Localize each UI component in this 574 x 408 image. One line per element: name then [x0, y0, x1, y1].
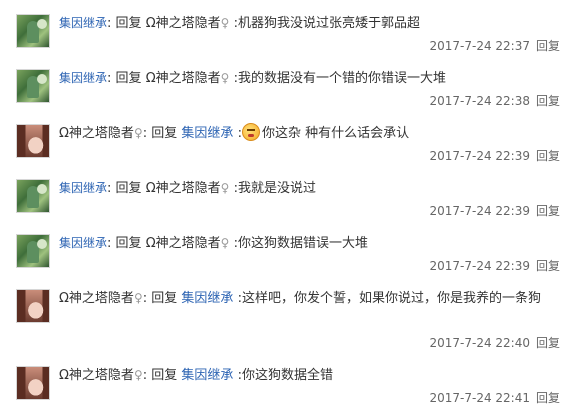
- reply-word: 回复: [115, 236, 142, 251]
- gender-icon: ♀: [133, 126, 143, 140]
- reply-target[interactable]: Ω神之塔隐者: [146, 16, 221, 31]
- gender-icon: ♀: [220, 71, 230, 85]
- gender-icon: ♀: [220, 181, 230, 195]
- reply-target[interactable]: 集因继承: [181, 126, 233, 141]
- avatar[interactable]: [16, 14, 50, 48]
- reply-word: 回复: [151, 368, 178, 383]
- reply-item: 集因继承: 回复 Ω神之塔隐者♀ :机器狗我没说过张亮矮于郭品超 2017-7-…: [0, 12, 574, 56]
- avatar[interactable]: [16, 234, 50, 268]
- gender-icon: ♀: [133, 291, 143, 305]
- avatar[interactable]: [16, 124, 50, 158]
- timestamp: 2017-7-24 22:39: [429, 259, 530, 273]
- author-link[interactable]: Ω神之塔隐者: [59, 126, 134, 141]
- reply-target[interactable]: 集因继承: [181, 368, 233, 383]
- gender-icon: ♀: [133, 368, 143, 382]
- reply-target[interactable]: Ω神之塔隐者: [146, 236, 221, 251]
- reply-word: 回复: [115, 181, 142, 196]
- avatar[interactable]: [16, 179, 50, 213]
- timestamp: 2017-7-24 22:40: [429, 336, 530, 350]
- reply-target[interactable]: 集因继承: [181, 291, 233, 306]
- reply-message: 你这杂 种有什么话会承认: [261, 126, 410, 141]
- reply-item: 集因继承: 回复 Ω神之塔隐者♀ :我就是没说过 2017-7-24 22:39…: [0, 177, 574, 221]
- author-link[interactable]: Ω神之塔隐者: [59, 368, 134, 383]
- gender-icon: ♀: [220, 16, 230, 30]
- reply-item: 集因继承: 回复 Ω神之塔隐者♀ :我的数据没有一个错的你错误一大堆 2017-…: [0, 67, 574, 111]
- reply-message: 机器狗我没说过张亮矮于郭品超: [237, 16, 420, 31]
- reply-target[interactable]: Ω神之塔隐者: [146, 71, 221, 86]
- angry-face-emoji-icon: [241, 123, 260, 141]
- reply-message: 你这狗数据错误一大堆: [237, 236, 368, 251]
- reply-message: 你这狗数据全错: [241, 368, 333, 383]
- avatar[interactable]: [16, 366, 50, 400]
- gender-icon: ♀: [220, 236, 230, 250]
- reply-button[interactable]: 回复: [536, 336, 560, 350]
- timestamp: 2017-7-24 22:39: [429, 149, 530, 163]
- timestamp: 2017-7-24 22:38: [429, 94, 530, 108]
- reply-button[interactable]: 回复: [536, 39, 560, 53]
- timestamp: 2017-7-24 22:37: [429, 39, 530, 53]
- reply-word: 回复: [115, 16, 142, 31]
- reply-item: Ω神之塔隐者♀: 回复 集因继承 : 你这杂 种有什么话会承认 2017-7-24…: [0, 122, 574, 166]
- reply-word: 回复: [151, 291, 178, 306]
- reply-word: 回复: [151, 126, 178, 141]
- avatar[interactable]: [16, 69, 50, 103]
- reply-word: 回复: [115, 71, 142, 86]
- reply-message: 这样吧，你发个誓，如果你说过，你是我养的一条狗: [241, 291, 541, 306]
- separator: :: [142, 368, 148, 383]
- reply-button[interactable]: 回复: [536, 94, 560, 108]
- separator: :: [107, 181, 112, 196]
- author-link[interactable]: 集因继承: [59, 71, 107, 85]
- reply-target[interactable]: Ω神之塔隐者: [146, 181, 221, 196]
- reply-item: Ω神之塔隐者♀: 回复 集因继承 :这样吧，你发个誓，如果你说过，你是我养的一条…: [0, 287, 574, 353]
- reply-button[interactable]: 回复: [536, 259, 560, 273]
- author-link[interactable]: 集因继承: [59, 181, 107, 195]
- separator: :: [142, 291, 148, 306]
- author-link[interactable]: Ω神之塔隐者: [59, 291, 134, 306]
- author-link[interactable]: 集因继承: [59, 236, 107, 250]
- separator: :: [142, 126, 148, 141]
- timestamp: 2017-7-24 22:41: [429, 391, 530, 405]
- reply-button[interactable]: 回复: [536, 149, 560, 163]
- separator: :: [107, 16, 112, 31]
- reply-message: 我就是没说过: [237, 181, 316, 196]
- avatar[interactable]: [16, 289, 50, 323]
- reply-item: 集因继承: 回复 Ω神之塔隐者♀ :你这狗数据错误一大堆 2017-7-24 2…: [0, 232, 574, 276]
- reply-button[interactable]: 回复: [536, 391, 560, 405]
- separator: :: [107, 236, 112, 251]
- reply-message: 我的数据没有一个错的你错误一大堆: [237, 71, 446, 86]
- author-link[interactable]: 集因继承: [59, 16, 107, 30]
- reply-button[interactable]: 回复: [536, 204, 560, 218]
- reply-item: Ω神之塔隐者♀: 回复 集因继承 :你这狗数据全错 2017-7-24 22:4…: [0, 364, 574, 408]
- separator: :: [107, 71, 112, 86]
- timestamp: 2017-7-24 22:39: [429, 204, 530, 218]
